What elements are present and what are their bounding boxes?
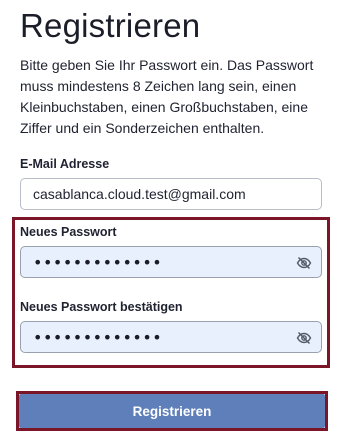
intro-text: Bitte geben Sie Ihr Passwort ein. Das Pa…	[20, 57, 314, 136]
confirm-password-value: •••••••••••••	[33, 327, 163, 347]
confirm-password-label: Neues Passwort bestätigen	[20, 300, 183, 314]
password-field[interactable]: •••••••••••••	[20, 246, 322, 278]
password-label: Neues Passwort	[20, 225, 117, 239]
eye-off-icon[interactable]	[296, 330, 312, 346]
page-title: Registrieren	[20, 7, 201, 44]
confirm-password-field[interactable]: •••••••••••••	[20, 321, 322, 353]
password-value: •••••••••••••	[33, 252, 163, 272]
email-value: casablanca.cloud.test@gmail.com	[33, 186, 246, 202]
email-label: E-Mail Adresse	[20, 157, 110, 171]
eye-off-icon[interactable]	[296, 255, 312, 271]
register-button[interactable]: Registrieren	[19, 394, 325, 428]
email-field[interactable]: casablanca.cloud.test@gmail.com	[20, 178, 322, 210]
